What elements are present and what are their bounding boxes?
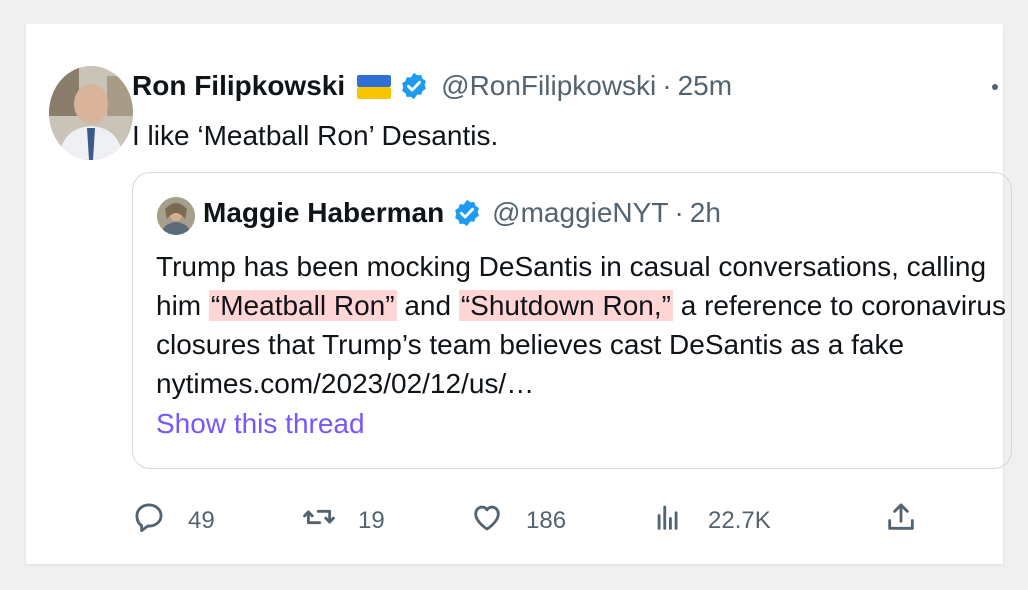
article-link[interactable]: nytimes.com/2023/02/12/us/…: [156, 368, 534, 399]
tweet-card[interactable]: Ron Filipkowski @RonFilipkowski · 25m I …: [26, 24, 1012, 564]
quoted-timestamp[interactable]: 2h: [690, 197, 721, 229]
tweet-header: Ron Filipkowski @RonFilipkowski · 25m: [132, 70, 732, 102]
tweet-text: I like ‘Meatball Ron’ Desantis.: [132, 120, 499, 151]
quoted-author-name[interactable]: Maggie Haberman: [203, 197, 444, 229]
quoted-tweet[interactable]: Maggie Haberman @maggieNYT · 2h Trump ha…: [132, 172, 1012, 469]
quoted-tweet-text: Trump has been mocking DeSantis in casua…: [156, 247, 1006, 403]
quoted-author-avatar[interactable]: [157, 197, 195, 235]
retweet-button[interactable]: 19: [302, 500, 385, 541]
more-options-icon[interactable]: [992, 84, 998, 90]
author-name[interactable]: Ron Filipkowski: [132, 70, 345, 102]
reply-icon: [132, 500, 166, 541]
separator: ·: [674, 197, 684, 228]
views-count: 22.7K: [708, 506, 771, 534]
like-count: 186: [526, 506, 567, 534]
analytics-icon: [652, 500, 686, 541]
quoted-text-segment: and: [396, 290, 459, 321]
show-thread-link[interactable]: Show this thread: [156, 408, 365, 440]
heart-icon: [470, 500, 504, 541]
highlighted-phrase: “Shutdown Ron,”: [458, 290, 673, 321]
quoted-tweet-header: Maggie Haberman @maggieNYT · 2h: [203, 197, 721, 229]
tweet-actions: 49 19 186 22.7K: [132, 500, 914, 541]
reply-count: 49: [188, 506, 215, 534]
author-avatar[interactable]: [49, 66, 133, 160]
retweet-count: 19: [358, 506, 385, 534]
like-button[interactable]: 186: [470, 500, 566, 541]
timestamp[interactable]: 25m: [678, 70, 732, 102]
share-button[interactable]: [884, 500, 918, 541]
share-icon: [884, 500, 918, 541]
retweet-icon: [302, 500, 336, 541]
verified-badge-icon: [452, 198, 482, 228]
quoted-author-handle[interactable]: @maggieNYT: [492, 197, 668, 229]
ukraine-flag-icon: [357, 74, 392, 99]
views-button[interactable]: 22.7K: [652, 500, 771, 541]
author-handle[interactable]: @RonFilipkowski: [441, 70, 656, 102]
reply-button[interactable]: 49: [132, 500, 215, 541]
verified-badge-icon: [399, 71, 429, 101]
highlighted-phrase: “Meatball Ron”: [208, 290, 397, 321]
separator: ·: [662, 70, 672, 101]
